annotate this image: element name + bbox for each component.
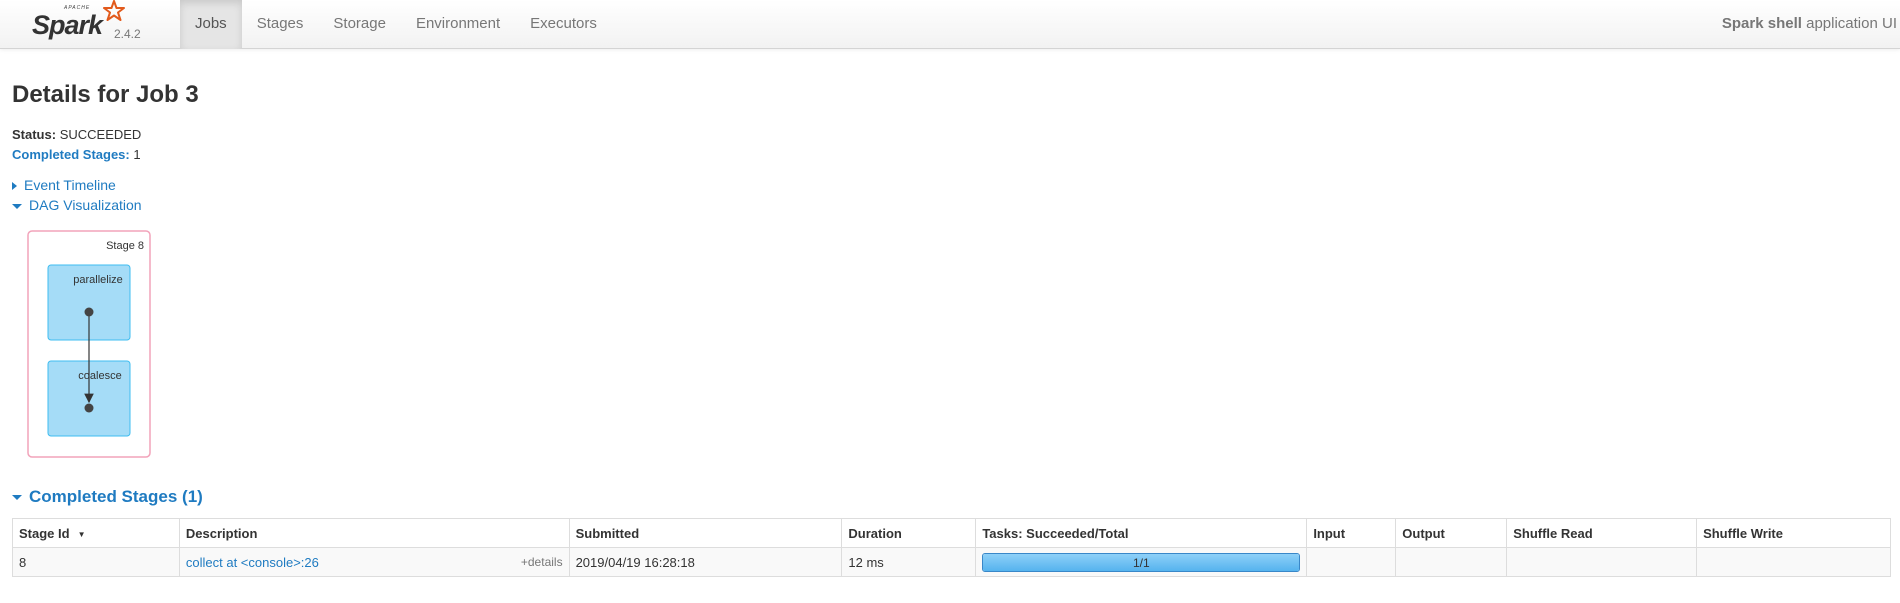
spark-logo[interactable]: APACHE Spark 2.4.2: [30, 0, 150, 46]
dag-point[interactable]: [84, 307, 94, 317]
tab-executors[interactable]: Executors: [515, 0, 612, 49]
column-header-description[interactable]: Description: [178, 518, 570, 548]
cell-tasks: 1/1: [975, 547, 1308, 577]
dag-point[interactable]: [84, 403, 94, 413]
column-header-label: Stage Id: [19, 525, 70, 541]
dag-visualization-label: DAG Visualization: [29, 197, 142, 213]
spark-version: 2.4.2: [114, 27, 141, 41]
stage-description-link[interactable]: collect at <console>:26: [186, 555, 319, 570]
cell-shuffle-read: [1506, 547, 1698, 577]
logo-spark-text: Spark: [32, 10, 103, 40]
table-header-row: Stage Id ▼ Description Submitted Duration…: [12, 518, 1891, 548]
arrow-down-icon: [12, 495, 22, 501]
arrow-down-icon: [12, 203, 22, 209]
cell-duration: 12 ms: [841, 547, 977, 577]
job-status: Status: SUCCEEDED: [12, 127, 141, 142]
cell-input: [1306, 547, 1397, 577]
completed-stages-summary: Completed Stages: 1: [12, 147, 141, 162]
column-header-tasks[interactable]: Tasks: Succeeded/Total: [975, 518, 1308, 548]
stage-cluster-label: Stage 8: [106, 240, 144, 252]
app-name: Spark shell: [1721, 15, 1802, 32]
dag-visualization-toggle[interactable]: DAG Visualization: [12, 197, 142, 213]
tab-stages[interactable]: Stages: [242, 0, 319, 49]
tab-environment[interactable]: Environment: [401, 0, 515, 49]
dag-node-label: coalesce: [78, 370, 121, 382]
dag-node-label: parallelize: [73, 274, 123, 286]
app-suffix: application UI: [1801, 15, 1897, 32]
completed-stages-table: Stage Id ▼ Description Submitted Duration…: [12, 518, 1891, 577]
completed-stages-toggle[interactable]: Completed Stages (1): [12, 487, 203, 507]
column-header-output[interactable]: Output: [1395, 518, 1508, 548]
cell-stage-id: 8: [12, 547, 180, 577]
application-title: Spark shell application UI: [1722, 15, 1897, 32]
arrow-right-icon: [12, 182, 17, 191]
tab-storage[interactable]: Storage: [318, 0, 401, 49]
column-header-input[interactable]: Input: [1306, 518, 1397, 548]
dag-visualization: Stage 8 parallelize coalesce: [27, 230, 151, 458]
status-label: Status:: [12, 127, 57, 142]
column-header-duration[interactable]: Duration: [841, 518, 977, 548]
completed-stages-link[interactable]: Completed Stages:: [12, 147, 130, 162]
cell-output: [1395, 547, 1508, 577]
status-value: SUCCEEDED: [59, 127, 142, 142]
column-header-submitted[interactable]: Submitted: [568, 518, 843, 548]
sort-down-icon: ▼: [77, 529, 86, 539]
completed-stages-label: Completed Stages:: [12, 147, 130, 162]
page-title: Details for Job 3: [12, 81, 199, 108]
column-header-shuffle-read[interactable]: Shuffle Read: [1506, 518, 1698, 548]
cell-description: collect at <console>:26 +details: [178, 547, 570, 577]
tab-jobs[interactable]: Jobs: [180, 0, 242, 49]
completed-stages-count: 1: [133, 147, 141, 162]
table-row: 8 collect at <console>:26 +details 2019/…: [12, 547, 1891, 577]
event-timeline-toggle[interactable]: Event Timeline: [12, 177, 116, 193]
cell-submitted: 2019/04/19 16:28:18: [568, 547, 843, 577]
top-navbar: APACHE Spark 2.4.2 Jobs Stages Storage E…: [0, 0, 1900, 49]
nav-tabs: Jobs Stages Storage Environment Executor…: [180, 0, 612, 49]
column-header-shuffle-write[interactable]: Shuffle Write: [1696, 518, 1891, 548]
tasks-progress-label: 1/1: [1132, 556, 1150, 570]
completed-stages-title: Completed Stages (1): [29, 487, 203, 506]
event-timeline-label: Event Timeline: [24, 177, 116, 193]
details-expand-link[interactable]: +details: [521, 555, 563, 569]
column-header-stage-id[interactable]: Stage Id ▼: [12, 518, 180, 548]
cell-shuffle-write: [1696, 547, 1891, 577]
tasks-progress-bar: 1/1: [982, 553, 1301, 572]
spark-star-icon: [103, 0, 125, 21]
